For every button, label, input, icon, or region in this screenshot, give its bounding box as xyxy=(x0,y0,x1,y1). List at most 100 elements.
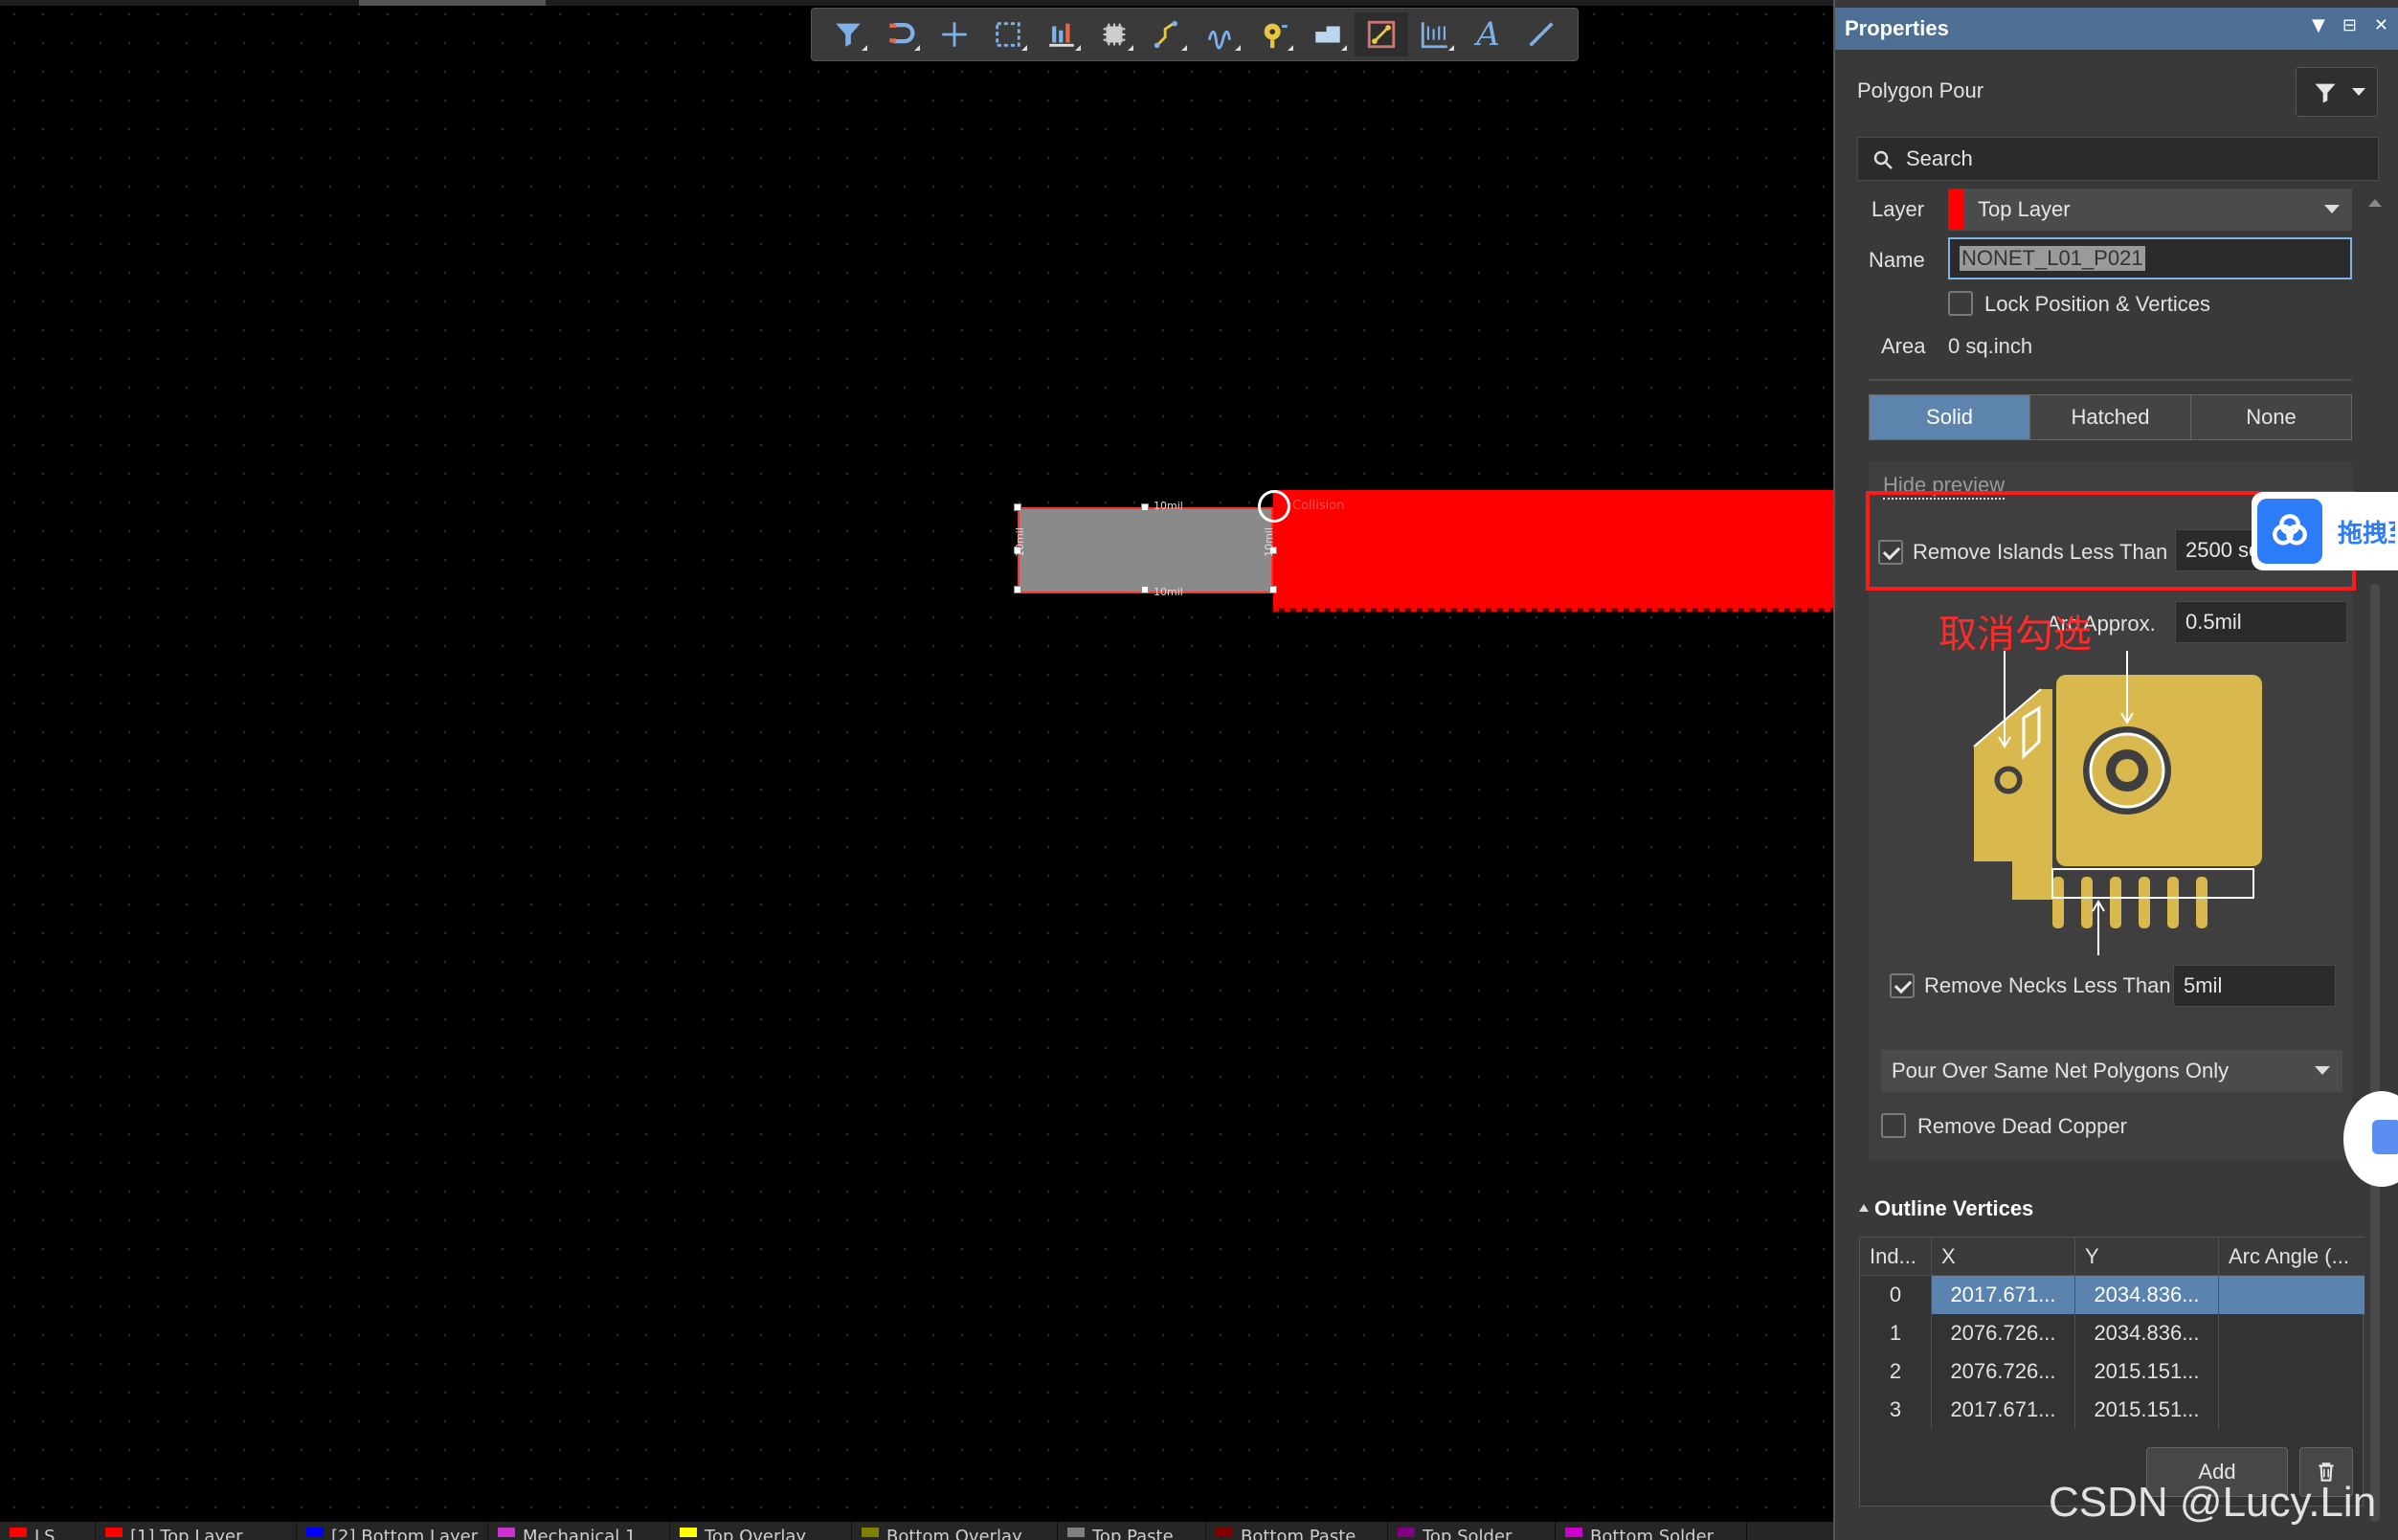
layer-tab[interactable]: Bottom Overlay xyxy=(852,1522,1058,1540)
layer-dropdown[interactable]: Top Layer xyxy=(1948,189,2352,231)
fill-mode-solid-button[interactable]: Solid xyxy=(1870,395,2030,439)
component-tool-button[interactable] xyxy=(1088,12,1142,56)
area-label: Area xyxy=(1881,334,1926,358)
table-row[interactable]: 3 2017.671... 2015.151... xyxy=(1860,1391,2364,1429)
layer-tab[interactable]: LS xyxy=(0,1522,96,1540)
table-cell: 2034.836... xyxy=(2075,1314,2219,1352)
layer-color-swatch xyxy=(1216,1528,1233,1537)
crosshair-tool-button[interactable] xyxy=(928,12,981,56)
outline-vertices-title: Outline Vertices xyxy=(1874,1196,2034,1220)
table-row[interactable]: 0 2017.671... 2034.836... xyxy=(1860,1276,2364,1314)
layer-tab[interactable]: [2] Bottom Layer xyxy=(297,1522,488,1540)
interactive-routing-button[interactable] xyxy=(1195,12,1248,56)
column-header[interactable]: Arc Angle (... xyxy=(2219,1238,2364,1276)
text-icon: A xyxy=(1476,15,1500,54)
copper-polygon-edge xyxy=(1273,608,1833,612)
panel-title: Properties xyxy=(1845,16,1949,40)
dimension-tool-button[interactable] xyxy=(1355,12,1408,56)
pcb-canvas[interactable] xyxy=(0,0,1833,1522)
panel-pin-icon[interactable]: ⊟ xyxy=(2342,15,2357,35)
table-row[interactable]: 2 2076.726... 2015.151... xyxy=(1860,1352,2364,1391)
layer-color-swatch xyxy=(498,1528,515,1537)
layer-color-swatch xyxy=(680,1528,697,1537)
layer-label: Layer xyxy=(1871,197,1925,221)
collapse-triangle-icon[interactable] xyxy=(1859,1204,1869,1212)
layer-tab[interactable]: [1] Top Layer xyxy=(96,1522,297,1540)
vertex-handle[interactable] xyxy=(1269,586,1277,593)
column-header[interactable]: Y xyxy=(2075,1238,2219,1276)
pad-via-button[interactable] xyxy=(1248,12,1302,56)
remove-necks-input[interactable]: 5mil xyxy=(2173,965,2336,1007)
copper-polygon[interactable] xyxy=(1273,490,1833,611)
fill-mode-hatched-button[interactable]: Hatched xyxy=(2030,395,2191,439)
vertex-handle[interactable] xyxy=(1014,503,1021,511)
dimension-label-right: 10mil xyxy=(1262,527,1275,557)
panel-scrollbar[interactable] xyxy=(2370,584,2380,1522)
filter-icon xyxy=(836,23,861,47)
edge-handle[interactable] xyxy=(1141,586,1149,593)
arc-approx-input[interactable]: 0.5mil xyxy=(2175,601,2347,643)
snap-tool-button[interactable] xyxy=(875,12,929,56)
select-tool-button[interactable] xyxy=(981,12,1035,56)
lock-position-checkbox[interactable] xyxy=(1948,291,1973,316)
name-input[interactable]: NONET_L01_P021 xyxy=(1948,237,2352,279)
fill-mode-selector: Solid Hatched None xyxy=(1869,394,2352,440)
route-tool-button[interactable] xyxy=(1141,12,1195,56)
line-tool-button[interactable] xyxy=(1514,12,1568,56)
design-rule-button[interactable] xyxy=(1408,12,1462,56)
filter-icon xyxy=(2315,83,2336,103)
table-cell xyxy=(2219,1352,2364,1391)
panel-header: Properties ▼ ⊟ ✕ xyxy=(1835,8,2398,50)
table-cell: 1 xyxy=(1860,1314,1932,1352)
table-cell xyxy=(2219,1391,2364,1429)
dimension-icon xyxy=(1367,20,1396,49)
layer-tab-label: LS xyxy=(34,1527,56,1540)
edge-handle[interactable] xyxy=(1141,503,1149,511)
text-tool-button[interactable]: A xyxy=(1462,12,1515,56)
annotation-text: 取消勾选 xyxy=(1939,613,2092,657)
scroll-up-icon[interactable] xyxy=(2368,199,2382,207)
remove-dead-copper-checkbox[interactable] xyxy=(1881,1113,1906,1138)
layer-color-swatch xyxy=(862,1528,879,1537)
layer-tab-label: Mechanical 1 xyxy=(523,1527,637,1540)
watermark: CSDN @Lucy.Lin xyxy=(2049,1479,2377,1526)
search-input[interactable]: Search xyxy=(1857,137,2379,181)
table-cell: 2015.151... xyxy=(2075,1352,2219,1391)
layer-tab[interactable]: Top Solder xyxy=(1388,1522,1556,1540)
layer-tab-label: Top Overlay xyxy=(705,1527,807,1540)
polygon-pour-button[interactable] xyxy=(1301,12,1355,56)
fill-mode-none-button[interactable]: None xyxy=(2191,395,2351,439)
chevron-down-icon xyxy=(2352,88,2365,96)
column-header[interactable]: Ind... xyxy=(1860,1238,1932,1276)
layer-tab[interactable]: Bottom Paste xyxy=(1206,1522,1388,1540)
table-cell: 2 xyxy=(1860,1352,1932,1391)
layer-tab-label: Bottom Solder xyxy=(1590,1527,1714,1540)
layer-tab[interactable]: Mechanical 1 xyxy=(488,1522,670,1540)
column-header[interactable]: X xyxy=(1932,1238,2075,1276)
baidu-drag-widget[interactable]: 拖拽至 xyxy=(2252,492,2398,570)
panel-menu-icon[interactable]: ▼ xyxy=(2312,15,2325,35)
active-doc-tab[interactable] xyxy=(359,0,546,6)
pour-over-dropdown[interactable]: Pour Over Same Net Polygons Only xyxy=(1881,1050,2342,1092)
dimension-label-bottom: 10mil xyxy=(1154,586,1183,598)
align-tool-button[interactable] xyxy=(1035,12,1088,56)
table-header-row: Ind... X Y Arc Angle (... xyxy=(1860,1238,2364,1276)
layer-tab-label: Bottom Paste xyxy=(1241,1527,1356,1540)
selected-polygon-pad[interactable] xyxy=(1018,507,1273,593)
layer-color-swatch xyxy=(10,1528,27,1537)
layer-tab[interactable]: Bottom Solder xyxy=(1556,1522,1747,1540)
vertex-handle[interactable] xyxy=(1014,586,1021,593)
filter-dropdown-button[interactable] xyxy=(2296,67,2378,117)
table-row[interactable]: 1 2076.726... 2034.836... xyxy=(1860,1314,2364,1352)
layer-tab[interactable]: Top Paste xyxy=(1058,1522,1206,1540)
polygon-preview-illustration xyxy=(1973,651,2262,955)
pad-via-icon xyxy=(1264,23,1288,49)
panel-close-icon[interactable]: ✕ xyxy=(2374,15,2388,35)
chevron-down-icon xyxy=(2315,1066,2330,1075)
layer-color-swatch xyxy=(105,1528,123,1537)
filter-tool-button[interactable] xyxy=(821,12,875,56)
layer-tab[interactable]: Top Overlay xyxy=(670,1522,852,1540)
remove-necks-checkbox[interactable] xyxy=(1890,973,1915,998)
table-cell: 2015.151... xyxy=(2075,1391,2219,1429)
align-icon xyxy=(1048,23,1074,47)
